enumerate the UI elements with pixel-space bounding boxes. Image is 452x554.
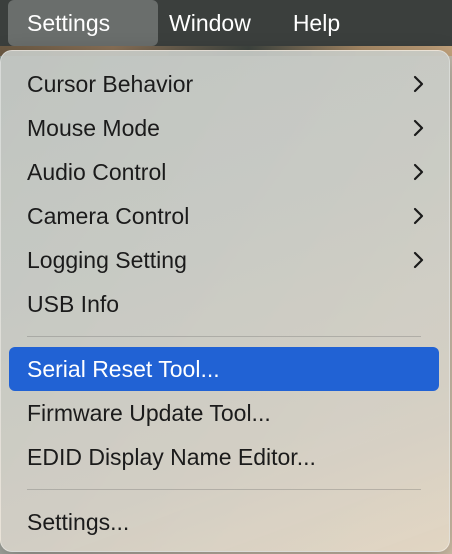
menu-bar: Settings Window Help — [0, 0, 452, 46]
chevron-right-icon — [413, 75, 424, 93]
menubar-settings[interactable]: Settings — [8, 0, 158, 46]
menu-item-label: Audio Control — [27, 158, 167, 185]
menu-item-serial-reset-tool[interactable]: Serial Reset Tool... — [9, 347, 439, 391]
menu-item-label: Camera Control — [27, 202, 190, 229]
menu-item-audio-control[interactable]: Audio Control — [9, 150, 439, 194]
menu-item-usb-info[interactable]: USB Info — [9, 282, 439, 326]
chevron-right-icon — [413, 207, 424, 225]
menu-item-label: Settings... — [27, 508, 130, 535]
menubar-window[interactable]: Window — [169, 0, 251, 46]
menu-item-label: Serial Reset Tool... — [27, 355, 220, 382]
menu-separator — [27, 489, 421, 490]
menu-separator — [27, 336, 421, 337]
menu-item-firmware-update-tool[interactable]: Firmware Update Tool... — [9, 391, 439, 435]
chevron-right-icon — [413, 119, 424, 137]
menubar-help-label: Help — [292, 9, 341, 36]
menu-item-label: Firmware Update Tool... — [27, 399, 271, 426]
menu-item-mouse-mode[interactable]: Mouse Mode — [9, 106, 439, 150]
menu-item-cursor-behavior[interactable]: Cursor Behavior — [9, 62, 439, 106]
menu-item-label: Cursor Behavior — [27, 70, 194, 97]
menubar-help[interactable]: Help — [293, 0, 340, 46]
menu-item-label: USB Info — [27, 290, 120, 317]
menu-item-label: EDID Display Name Editor... — [27, 443, 316, 470]
menu-item-camera-control[interactable]: Camera Control — [9, 194, 439, 238]
chevron-right-icon — [413, 251, 424, 269]
menu-item-label: Mouse Mode — [27, 114, 160, 141]
menu-item-label: Logging Setting — [27, 246, 187, 273]
menubar-settings-label: Settings — [27, 9, 111, 36]
settings-dropdown-menu: Cursor Behavior Mouse Mode Audio Control… — [0, 50, 450, 552]
menu-item-edid-display-name-editor[interactable]: EDID Display Name Editor... — [9, 435, 439, 479]
menu-item-settings[interactable]: Settings... — [9, 500, 439, 544]
menu-item-logging-setting[interactable]: Logging Setting — [9, 238, 439, 282]
chevron-right-icon — [413, 163, 424, 181]
menubar-window-label: Window — [169, 9, 251, 36]
